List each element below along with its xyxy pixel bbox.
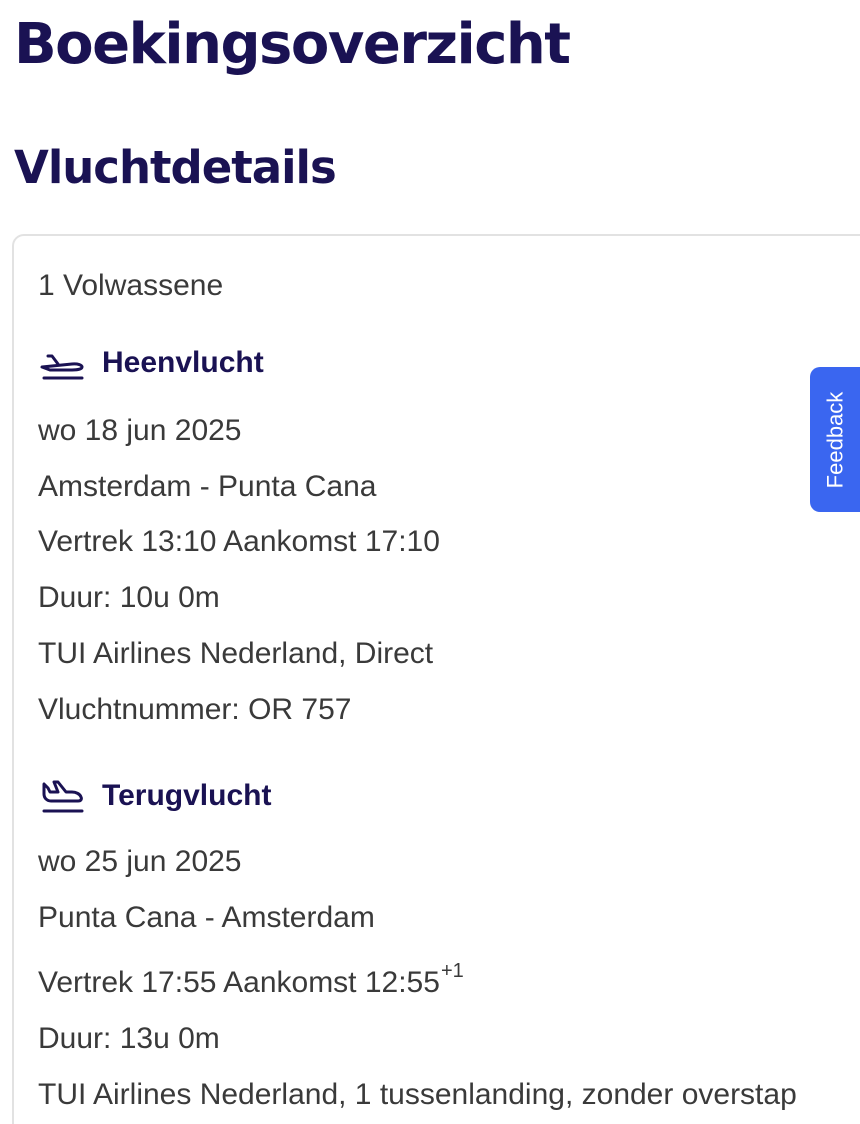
return-times: Vertrek 17:55 Aankomst 12:55+1 [38,960,464,1003]
plane-takeoff-icon [38,343,86,383]
outbound-times: Vertrek 13:10 Aankomst 17:10 [38,525,440,558]
outbound-date: wo 18 jun 2025 [38,414,242,447]
plane-landing-icon [38,776,86,816]
page-title: Boekingsoverzicht [14,12,571,77]
return-flight-label: Terugvlucht [102,779,272,812]
outbound-duration: Duur: 10u 0m [38,581,220,614]
feedback-label: Feedback [822,391,847,488]
outbound-route: Amsterdam - Punta Cana [38,470,377,503]
return-date: wo 25 jun 2025 [38,845,242,878]
feedback-tab-button[interactable]: Feedback [810,367,860,512]
return-times-text: Vertrek 17:55 Aankomst 12:55 [38,966,440,999]
outbound-flight-label: Heenvlucht [102,346,264,379]
section-title-flight-details: Vluchtdetails [14,141,337,194]
return-carrier: TUI Airlines Nederland, 1 tussenlanding,… [38,1078,797,1111]
return-flight-header: Terugvlucht [38,776,271,816]
return-route: Punta Cana - Amsterdam [38,901,375,934]
outbound-flight-header: Heenvlucht [38,343,264,383]
outbound-flight-number: Vluchtnummer: OR 757 [38,693,352,726]
return-day-offset: +1 [440,960,464,982]
passenger-count: 1 Volwassene [38,269,224,302]
outbound-carrier: TUI Airlines Nederland, Direct [38,637,434,670]
return-duration: Duur: 13u 0m [38,1022,220,1055]
